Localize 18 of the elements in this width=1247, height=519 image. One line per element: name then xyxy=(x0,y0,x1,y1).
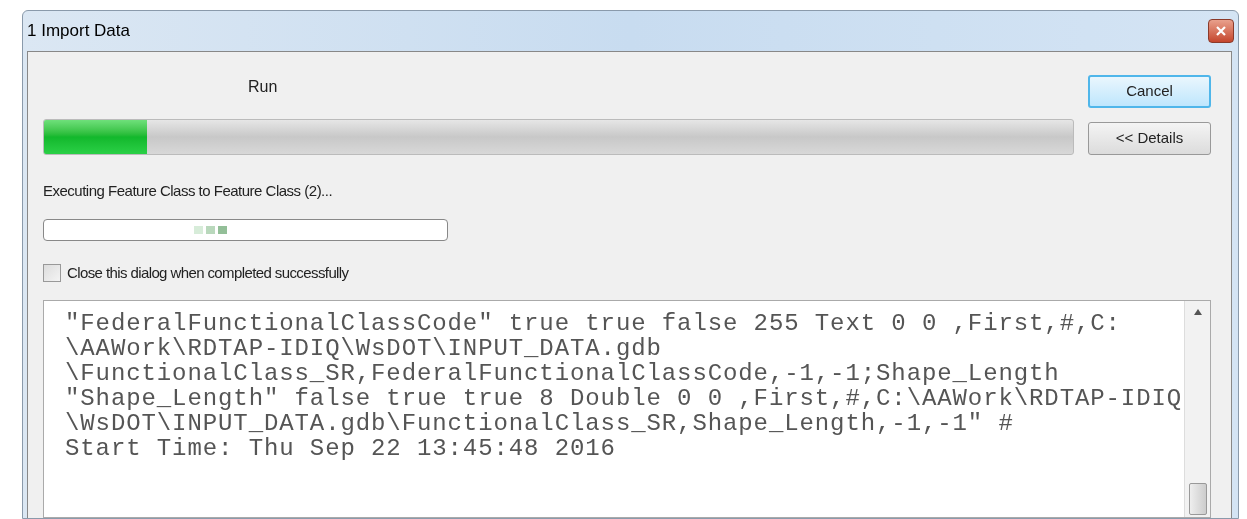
log-line: \AAWork\RDTAP-IDIQ\WsDOT\INPUT_DATA.gdb xyxy=(65,336,662,361)
details-button[interactable]: << Details xyxy=(1088,122,1211,155)
window-title: 1 Import Data xyxy=(27,20,130,43)
log-line: \FunctionalClass_SR,FederalFunctionalClassCode,-1,-1;Shape_Length xyxy=(65,361,1060,386)
close-button[interactable] xyxy=(1208,19,1234,43)
log-line: Start Time: Thu Sep 22 13:45:48 2016 xyxy=(65,436,616,461)
scroll-up-icon[interactable] xyxy=(1193,309,1202,315)
log-line: "FederalFunctionalClassCode" true true false 255 Text 0 0 ,First,#,C: xyxy=(65,311,1121,336)
status-label: Run xyxy=(248,77,278,97)
log-line: \WsDOT\INPUT_DATA.gdb\FunctionalClass_SR,Shape_Length,-1,-1" # xyxy=(65,411,1014,436)
scrollbar[interactable] xyxy=(1184,301,1210,517)
log-line: "Shape_Length" false true true 8 Double 0 0 ,First,#,C:\AAWork\RDTAP-IDIQ xyxy=(65,386,1183,411)
scrollbar-thumb[interactable] xyxy=(1188,483,1207,515)
checkbox-label: Close this dialog when completed successfully xyxy=(67,262,349,283)
checkbox[interactable] xyxy=(43,263,61,282)
close-icon xyxy=(1216,26,1226,36)
cancel-button[interactable]: Cancel xyxy=(1088,75,1211,108)
step-label: Executing Feature Class to Feature Class (2)... xyxy=(43,181,334,201)
